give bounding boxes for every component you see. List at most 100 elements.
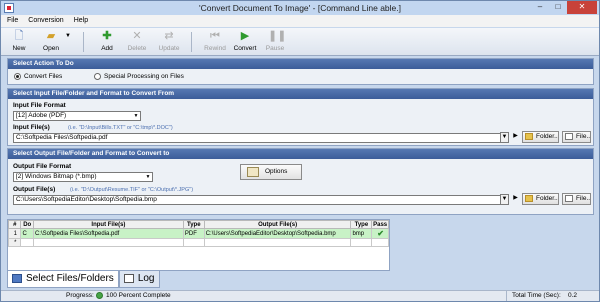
output-files-field[interactable]: C:\Users\SoftpediaEditor\Desktop\Softped… — [13, 195, 501, 205]
input-folder-button[interactable]: Folder.. — [522, 131, 559, 143]
chevron-down-icon: ▼ — [133, 113, 139, 119]
delete-button[interactable]: ✕ Delete — [123, 30, 151, 52]
col-header-input[interactable]: Input File(s) — [32, 220, 184, 229]
title-bar: 'Convert Document To Image' - [Command L… — [1, 1, 599, 15]
window-title: 'Convert Document To Image' - [Command L… — [199, 3, 401, 13]
output-format-label: Output File Format — [13, 163, 72, 170]
output-files-dropdown[interactable]: ▼ — [500, 194, 509, 205]
input-files-dropdown[interactable]: ▼ — [500, 132, 509, 143]
open-folder-icon: ▰ — [46, 30, 56, 42]
chevron-down-icon: ▼ — [145, 174, 151, 180]
output-folder-button[interactable]: Folder.. — [522, 193, 559, 205]
radio-selected-icon — [14, 73, 21, 80]
col-header-do[interactable]: Do — [20, 220, 34, 229]
rewind-button[interactable]: ⏮ Rewind — [201, 30, 229, 52]
rewind-icon: ⏮ — [210, 30, 220, 42]
grid-header-row: # Do Input File(s) Type Output File(s) T… — [7, 220, 389, 229]
row-do: C — [20, 228, 34, 239]
row-number: 1 — [7, 228, 22, 239]
progress-icon — [96, 292, 103, 299]
input-arrow-button[interactable]: ▶ — [511, 132, 520, 143]
maximize-button[interactable]: □ — [549, 1, 567, 14]
input-files-field[interactable]: C:\Softpedia Files\Softpedia.pdf — [13, 133, 501, 143]
arrow-right-icon: ▶ — [513, 133, 518, 139]
options-button[interactable]: Options — [240, 164, 302, 180]
special-processing-radio[interactable]: Special Processing on Files — [94, 73, 184, 80]
total-time-value: 0.2 — [568, 292, 578, 299]
convert-button[interactable]: ▶ Convert — [231, 30, 259, 52]
chevron-down-icon: ▼ — [65, 33, 71, 39]
row-output-type: bmp — [350, 228, 373, 239]
row-output-file: C:\Users\SoftpediaEditor\Desktop\Softped… — [203, 228, 352, 239]
tab-select-files-folders[interactable]: Select Files/Folders — [7, 271, 119, 288]
input-section-header: Select Input File/Folder and Format to C… — [8, 89, 593, 99]
input-format-label: Input File Format — [13, 102, 66, 109]
add-icon: ✚ — [102, 30, 112, 42]
update-button[interactable]: ⇄ Update — [155, 30, 183, 52]
pause-button[interactable]: ❚❚ Pause — [261, 30, 289, 52]
menu-conversion[interactable]: Conversion — [28, 15, 63, 27]
table-row[interactable]: 1 C C:\Softpedia Files\Softpedia.pdf PDF… — [7, 228, 389, 239]
output-arrow-button[interactable]: ▶ — [511, 194, 520, 205]
play-icon: ▶ — [240, 30, 250, 42]
input-files-label: Input File(s) — [13, 124, 50, 131]
chevron-down-icon: ▼ — [501, 134, 508, 140]
input-file-button[interactable]: File.. — [562, 131, 591, 143]
output-file-button[interactable]: File.. — [562, 193, 591, 205]
row-do — [20, 238, 34, 247]
col-header-output[interactable]: Output File(s) — [203, 220, 352, 229]
col-header-output-type[interactable]: Type — [350, 220, 373, 229]
toolbar-separator — [83, 32, 84, 52]
row-input-file — [32, 238, 184, 247]
files-grid[interactable]: # Do Input File(s) Type Output File(s) T… — [7, 219, 390, 271]
update-icon: ⇄ — [164, 30, 174, 42]
output-format-select[interactable]: [2] Windows Bitmap (*.bmp) ▼ — [13, 172, 153, 182]
checkmark-icon: ✔ — [371, 228, 389, 239]
row-output-type — [350, 238, 373, 247]
col-header-input-type[interactable]: Type — [182, 220, 205, 229]
arrow-right-icon: ▶ — [513, 195, 518, 201]
input-section: Select Input File/Folder and Format to C… — [7, 88, 594, 146]
chevron-down-icon: ▼ — [501, 196, 508, 202]
row-pass — [371, 238, 389, 247]
output-files-hint: (i.e. "D:\Output\Resume.TIF" or "C:\Outp… — [70, 187, 194, 193]
row-input-file: C:\Softpedia Files\Softpedia.pdf — [32, 228, 184, 239]
action-section-header: Select Action To Do — [8, 59, 593, 69]
delete-icon: ✕ — [132, 30, 142, 42]
options-icon — [247, 167, 259, 177]
minimize-button[interactable]: – — [531, 1, 549, 14]
col-header-pass[interactable]: Pass — [371, 220, 389, 229]
close-button[interactable]: ✕ — [567, 1, 597, 14]
row-output-file — [203, 238, 352, 247]
progress-text: 100 Percent Complete — [106, 292, 171, 299]
menu-help[interactable]: Help — [74, 15, 88, 27]
input-files-hint: (i.e. "D:\Input\Bills.TXT" or "C:\tmp\*.… — [68, 125, 173, 131]
toolbar-separator — [191, 32, 192, 52]
output-section: Select Output File/Folder and Format to … — [7, 148, 594, 215]
row-input-type — [182, 238, 205, 247]
new-file-icon: 🗋 — [14, 30, 24, 42]
table-row-new[interactable]: * — [7, 238, 389, 247]
input-format-select[interactable]: [12] Adobe (PDF) ▼ — [13, 111, 141, 121]
file-icon — [565, 195, 573, 202]
pause-icon: ❚❚ — [268, 30, 287, 42]
folder-icon — [525, 133, 533, 140]
menu-file[interactable]: File — [7, 15, 18, 27]
files-icon — [12, 274, 22, 283]
radio-unselected-icon — [94, 73, 101, 80]
log-icon — [123, 274, 134, 283]
status-separator — [506, 291, 507, 301]
col-header-number[interactable]: # — [7, 220, 22, 229]
output-files-label: Output File(s) — [13, 186, 56, 193]
folder-icon — [525, 195, 533, 202]
progress-label: Progress: — [66, 292, 94, 299]
convert-files-radio[interactable]: Convert Files — [14, 73, 62, 80]
tab-log[interactable]: Log — [118, 271, 160, 288]
row-number: * — [7, 238, 22, 247]
add-button[interactable]: ✚ Add — [93, 30, 121, 52]
new-button[interactable]: 🗋 New — [5, 30, 33, 52]
open-dropdown-button[interactable]: ▼ — [61, 30, 73, 45]
menu-bar: File Conversion Help — [1, 15, 599, 27]
action-section: Select Action To Do Convert Files Specia… — [7, 58, 594, 85]
bottom-tabs: Select Files/Folders Log — [7, 271, 160, 288]
